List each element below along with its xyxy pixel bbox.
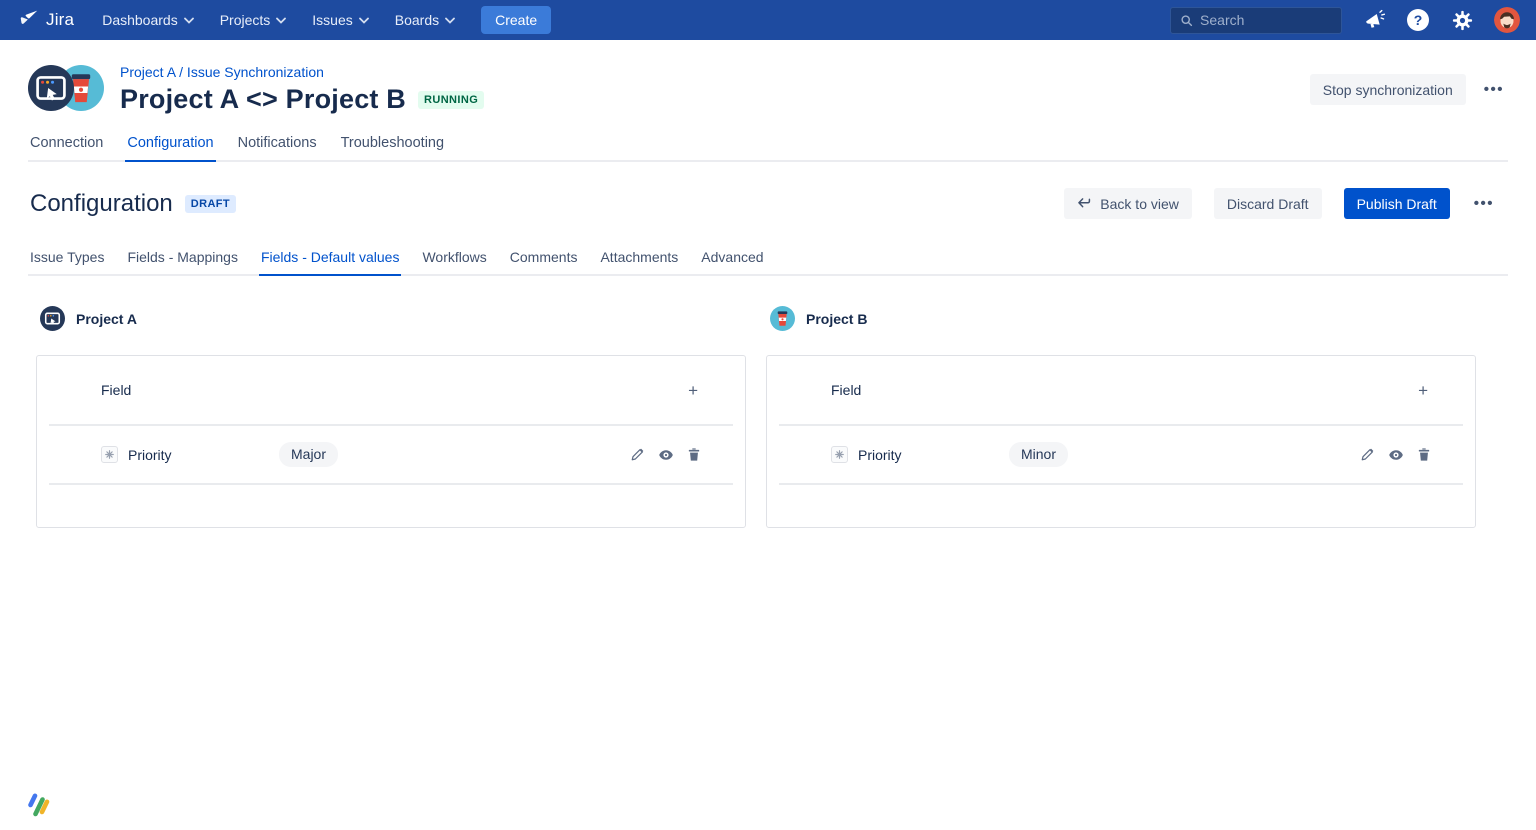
field-cell: Priority (101, 446, 279, 463)
back-arrow-icon (1077, 197, 1092, 210)
running-status-badge: RUNNING (418, 91, 484, 109)
nav-item-label: Dashboards (102, 12, 178, 28)
nav-item-projects[interactable]: Projects (220, 12, 287, 28)
subtab-advanced[interactable]: Advanced (699, 243, 765, 276)
tab-connection[interactable]: Connection (28, 129, 105, 162)
panel-bottom-spacer (37, 485, 745, 527)
project-a-name: Project A (76, 311, 137, 327)
search-box[interactable] (1170, 7, 1342, 34)
edit-icon[interactable] (630, 447, 645, 462)
project-a-avatar (28, 65, 74, 111)
chevron-down-icon (359, 17, 369, 24)
chevron-down-icon (184, 17, 194, 24)
field-name: Priority (128, 447, 172, 463)
field-column-header: Field + (767, 356, 1475, 424)
eye-icon[interactable] (1388, 447, 1404, 463)
search-input[interactable] (1200, 12, 1332, 28)
nav-item-boards[interactable]: Boards (395, 12, 455, 28)
add-field-button[interactable]: + (1413, 380, 1433, 401)
chevron-down-icon (445, 17, 455, 24)
publish-draft-button[interactable]: Publish Draft (1344, 188, 1450, 219)
configuration-actions: Back to view Discard Draft Publish Draft… (1064, 188, 1496, 219)
configuration-title: Configuration (30, 190, 173, 218)
field-cell: Priority (831, 446, 1009, 463)
eye-icon[interactable] (658, 447, 674, 463)
connection-header: Project A / Issue Synchronization Projec… (0, 40, 1536, 115)
priority-field-icon (101, 446, 118, 463)
field-column-header: Field + (37, 356, 745, 424)
nav-item-dashboards[interactable]: Dashboards (102, 12, 194, 28)
nav-item-label: Projects (220, 12, 271, 28)
jira-logo-icon (18, 7, 40, 34)
create-button[interactable]: Create (481, 6, 551, 34)
default-value-pill: Minor (1009, 442, 1068, 467)
field-name: Priority (858, 447, 902, 463)
page-title: Project A <> Project B (120, 84, 406, 115)
project-a-header: Project A (36, 306, 746, 331)
jira-logo[interactable]: Jira (18, 7, 74, 34)
tab-troubleshooting[interactable]: Troubleshooting (339, 129, 446, 162)
configuration-header: Configuration DRAFT Back to view Discard… (0, 162, 1536, 219)
panel-bottom-spacer (767, 485, 1475, 527)
project-b-fields-panel: Field + Priority Minor (766, 355, 1476, 528)
row-actions (630, 447, 701, 463)
nav-menu: Dashboards Projects Issues Boards (102, 12, 455, 28)
subtab-workflows[interactable]: Workflows (420, 243, 488, 276)
project-a-column: Project A Field + Priority Major (36, 306, 746, 528)
project-a-small-avatar (40, 306, 65, 331)
tab-configuration[interactable]: Configuration (125, 129, 215, 162)
configuration-subtabs: Issue Types Fields - Mappings Fields - D… (28, 243, 1508, 276)
delete-icon[interactable] (687, 447, 701, 462)
nav-item-label: Issues (312, 12, 352, 28)
gear-icon[interactable] (1450, 8, 1474, 32)
nav-item-issues[interactable]: Issues (312, 12, 368, 28)
stop-synchronization-button[interactable]: Stop synchronization (1310, 74, 1466, 105)
chevron-down-icon (276, 17, 286, 24)
tab-notifications[interactable]: Notifications (236, 129, 319, 162)
discard-draft-button[interactable]: Discard Draft (1214, 188, 1322, 219)
more-actions-icon[interactable]: ••• (1482, 77, 1506, 102)
field-header-label: Field (101, 382, 131, 398)
default-value-pill: Major (279, 442, 338, 467)
help-icon[interactable]: ? (1406, 8, 1430, 32)
top-navbar: Jira Dashboards Projects Issues Boards C… (0, 0, 1536, 40)
breadcrumb[interactable]: Project A / Issue Synchronization (120, 64, 484, 80)
subtab-fields-default-values[interactable]: Fields - Default values (259, 243, 402, 276)
project-a-fields-panel: Field + Priority Major (36, 355, 746, 528)
connection-actions: Stop synchronization ••• (1310, 62, 1506, 105)
default-values-panels: Project A Field + Priority Major (0, 276, 1536, 528)
back-to-view-label: Back to view (1100, 196, 1179, 212)
project-b-header: Project B (766, 306, 1476, 331)
subtab-issue-types[interactable]: Issue Types (28, 243, 106, 276)
connection-titles: Project A / Issue Synchronization Projec… (120, 62, 484, 115)
subtab-comments[interactable]: Comments (508, 243, 580, 276)
user-avatar[interactable] (1494, 7, 1520, 33)
subtab-fields-mappings[interactable]: Fields - Mappings (125, 243, 240, 276)
draft-status-badge: DRAFT (185, 195, 236, 213)
row-actions (1360, 447, 1431, 463)
announcements-icon[interactable] (1362, 8, 1386, 32)
project-b-small-avatar (770, 306, 795, 331)
help-question-glyph: ? (1407, 9, 1429, 31)
project-b-name: Project B (806, 311, 867, 327)
project-b-column: Project B Field + Priority Minor (766, 306, 1476, 528)
connection-avatars (28, 62, 104, 114)
main-tabs: Connection Configuration Notifications T… (28, 129, 1508, 162)
vendor-logo-icon[interactable] (26, 793, 50, 822)
field-row-priority: Priority Minor (767, 426, 1475, 483)
back-to-view-button[interactable]: Back to view (1064, 188, 1192, 219)
add-field-button[interactable]: + (683, 380, 703, 401)
nav-item-label: Boards (395, 12, 439, 28)
delete-icon[interactable] (1417, 447, 1431, 462)
field-header-label: Field (831, 382, 861, 398)
jira-logo-text: Jira (46, 10, 74, 30)
field-row-priority: Priority Major (37, 426, 745, 483)
priority-field-icon (831, 446, 848, 463)
search-icon (1180, 13, 1193, 28)
navbar-right: ? (1170, 7, 1520, 34)
subtab-attachments[interactable]: Attachments (598, 243, 680, 276)
edit-icon[interactable] (1360, 447, 1375, 462)
config-more-actions-icon[interactable]: ••• (1472, 191, 1496, 216)
